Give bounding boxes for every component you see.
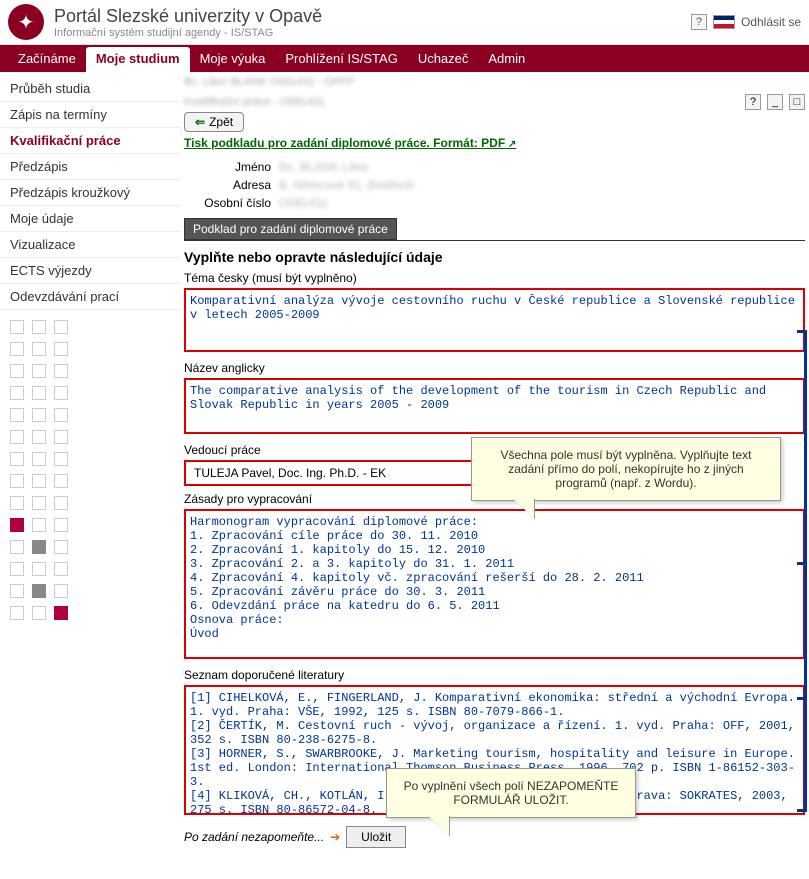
sidebar-item-vizualizace[interactable]: Vizualizace bbox=[0, 232, 180, 258]
sidebar-item-odevzdavani[interactable]: Odevzdávání prací bbox=[0, 284, 180, 310]
label-name: Jméno bbox=[184, 160, 279, 174]
nav-admin[interactable]: Admin bbox=[478, 45, 535, 72]
breadcrumb-user: Bc. Libor BLANK O081431 - OPFP bbox=[184, 72, 805, 92]
portlet-help-button[interactable]: ? bbox=[745, 94, 761, 110]
sidebar-item-prubeh[interactable]: Průběh studia bbox=[0, 76, 180, 102]
nav-zaciname[interactable]: Začínáme bbox=[8, 45, 86, 72]
help-button[interactable]: ? bbox=[691, 14, 707, 30]
value-address: B. Němcové 81, Bediheší bbox=[279, 178, 414, 192]
input-principles[interactable] bbox=[184, 509, 805, 659]
portlet-maximize-button[interactable]: □ bbox=[789, 94, 805, 110]
callout-save-reminder: Po vyplnění všech polí NEZAPOMEŇTE FORMU… bbox=[386, 768, 636, 818]
sidebar-item-kvalifikacni[interactable]: Kvalifikační práce bbox=[0, 128, 180, 154]
sidebar-item-ects[interactable]: ECTS výjezdy bbox=[0, 258, 180, 284]
select-supervisor[interactable]: TULEJA Pavel, Doc. Ing. Ph.D. - EK bbox=[184, 460, 504, 486]
breadcrumb-page: Kvalifikační práce - O081431 bbox=[184, 92, 325, 112]
label-address: Adresa bbox=[184, 178, 279, 192]
save-button[interactable]: Uložit bbox=[346, 826, 406, 848]
nav-moje-studium[interactable]: Moje studium bbox=[86, 47, 190, 72]
label-title-en: Název anglicky bbox=[184, 361, 805, 375]
arrow-right-icon: ➔ bbox=[330, 830, 340, 844]
university-logo-icon: ✦ bbox=[8, 4, 44, 40]
label-topic-cs: Téma česky (musí být vyplněno) bbox=[184, 271, 805, 285]
top-bar: ✦ Portál Slezské univerzity v Opavě Info… bbox=[0, 0, 809, 45]
nav-moje-vyuka[interactable]: Moje výuka bbox=[190, 45, 276, 72]
form-heading: Vyplňte nebo opravte následující údaje bbox=[184, 249, 805, 265]
site-title: Portál Slezské univerzity v Opavě bbox=[54, 6, 691, 27]
sidebar-item-moje-udaje[interactable]: Moje údaje bbox=[0, 206, 180, 232]
student-info-table: JménoBc. BLANK Libor AdresaB. Němcové 81… bbox=[184, 158, 805, 212]
nav-prohlizeni[interactable]: Prohlížení IS/STAG bbox=[275, 45, 407, 72]
input-title-en[interactable] bbox=[184, 378, 805, 434]
flag-uk-icon[interactable] bbox=[713, 15, 735, 29]
sidebar-item-predzapis-krouzkovy[interactable]: Předzápis kroužkový bbox=[0, 180, 180, 206]
label-personal-number: Osobní číslo bbox=[184, 196, 279, 210]
callout-fill-fields: Všechna pole musí být vyplněna. Vyplňujt… bbox=[471, 437, 781, 501]
content-area: Bc. Libor BLANK O081431 - OPFP Kvalifika… bbox=[180, 72, 809, 858]
input-topic-cs[interactable] bbox=[184, 288, 805, 352]
main-nav: Začínáme Moje studium Moje výuka Prohlíž… bbox=[0, 45, 809, 72]
sidebar-decoration bbox=[0, 310, 180, 638]
logout-link[interactable]: Odhlásit se bbox=[741, 15, 801, 29]
portlet-minimize-button[interactable]: _ bbox=[767, 94, 783, 110]
value-name: Bc. BLANK Libor bbox=[279, 160, 369, 174]
bracket-annotation-icon bbox=[797, 562, 807, 812]
site-subtitle: Informační systém studijní agendy - IS/S… bbox=[54, 27, 691, 39]
sidebar-item-zapis[interactable]: Zápis na termíny bbox=[0, 102, 180, 128]
back-button[interactable]: Zpět bbox=[184, 112, 244, 132]
sidebar-item-predzapis[interactable]: Předzápis bbox=[0, 154, 180, 180]
sidebar: Průběh studia Zápis na termíny Kvalifika… bbox=[0, 72, 180, 858]
pdf-export-link[interactable]: Tisk podkladu pro zadání diplomové práce… bbox=[184, 136, 516, 150]
nav-uchazec[interactable]: Uchazeč bbox=[408, 45, 479, 72]
value-personal-number: O081431 bbox=[279, 196, 328, 210]
save-prompt: Po zadání nezapomeňte... bbox=[184, 830, 324, 844]
label-literature: Seznam doporučené literatury bbox=[184, 668, 805, 682]
section-header: Podklad pro zadání diplomové práce bbox=[184, 218, 397, 240]
